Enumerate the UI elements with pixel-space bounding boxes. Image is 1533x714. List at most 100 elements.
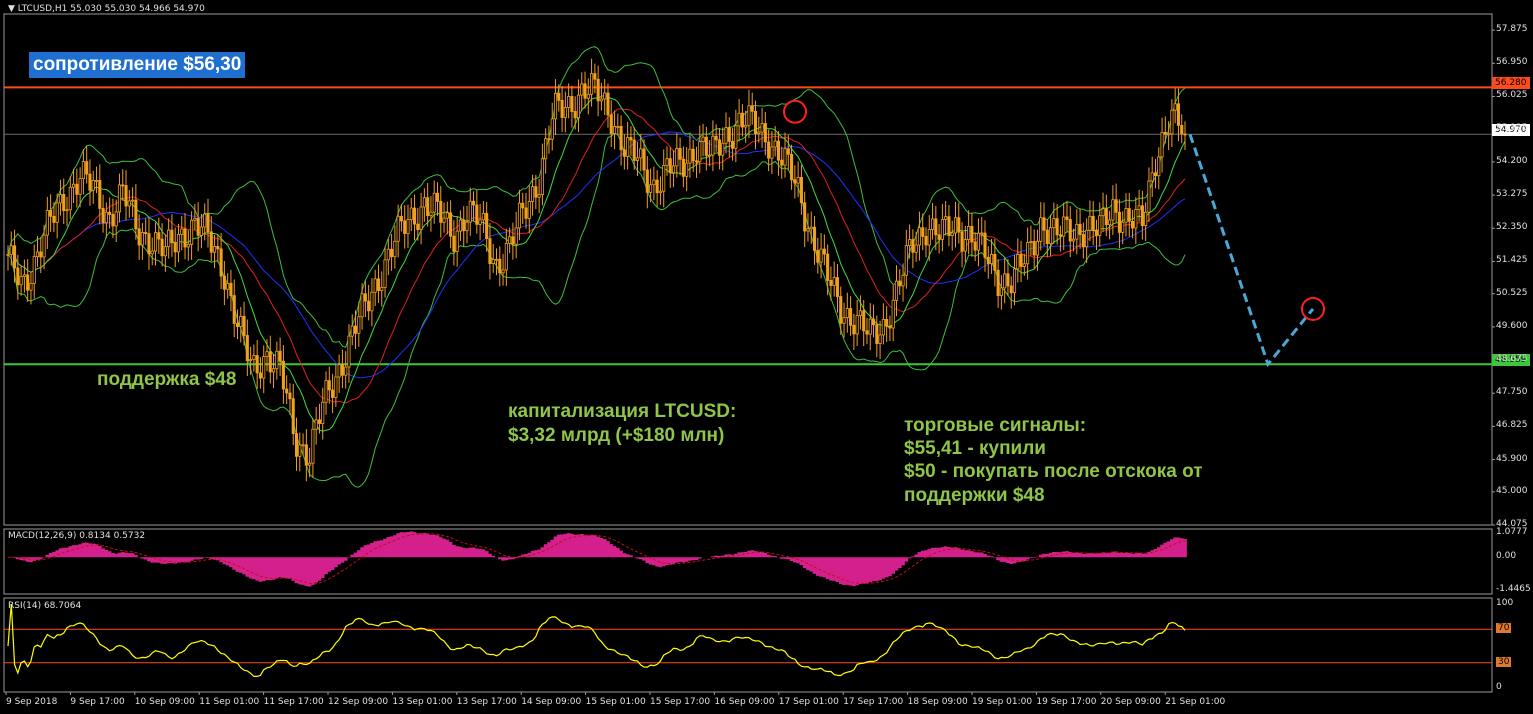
y-tick-label: 53.275 — [1496, 189, 1528, 200]
candle-body — [121, 184, 125, 187]
candle-body — [694, 160, 699, 163]
candle-body — [311, 428, 315, 464]
candle-body — [16, 267, 20, 286]
candle-body — [403, 220, 407, 234]
candle-body — [196, 217, 200, 236]
candle-body — [763, 123, 767, 143]
candle-body — [1170, 109, 1174, 135]
candle-body — [527, 201, 531, 219]
candle-body — [822, 248, 826, 255]
candle-body — [540, 158, 544, 196]
candle-body — [1173, 103, 1177, 111]
candle-body — [960, 231, 964, 252]
candle-body — [1035, 240, 1040, 256]
candle-body — [380, 287, 384, 291]
candle-body — [160, 238, 164, 257]
candle-body — [242, 315, 246, 336]
candle-body — [475, 204, 479, 225]
candle-body — [412, 207, 417, 225]
candle-body — [852, 324, 856, 335]
candle-body — [308, 462, 312, 466]
candle-body — [458, 219, 462, 232]
candle-body — [1094, 229, 1099, 236]
candle-body — [1153, 172, 1158, 177]
candle-body — [406, 219, 410, 234]
candle-body — [504, 242, 508, 271]
candle-body — [1124, 208, 1128, 223]
candle-body — [783, 148, 787, 166]
macd-header: MACD(12,26,9) 0.8134 0.5732 — [8, 531, 146, 541]
candle-body — [957, 217, 961, 233]
candle-body — [901, 274, 905, 287]
candle-body — [858, 310, 862, 316]
candle-body — [993, 253, 997, 271]
rsi-header: RSI(14) 68.7064 — [8, 601, 82, 611]
candle-body — [1098, 215, 1102, 236]
candle-body — [878, 334, 882, 344]
candle-body — [449, 212, 453, 237]
candle-body — [272, 368, 276, 373]
candle-body — [894, 280, 899, 301]
candle-body — [363, 293, 367, 302]
candle-body — [950, 232, 954, 236]
x-tick-label: 17 Sep 17:00 — [843, 697, 904, 707]
candle-body — [635, 157, 640, 161]
candle-body — [757, 131, 761, 134]
candle-body — [944, 216, 948, 220]
candle-body — [26, 274, 30, 291]
candle-body — [373, 278, 377, 293]
candle-body — [432, 192, 436, 213]
dropdown-triangle-icon[interactable]: ▼ — [8, 4, 15, 14]
candle-body — [262, 356, 266, 379]
candle-body — [72, 183, 76, 188]
candle-body — [291, 398, 295, 434]
candle-body — [42, 234, 46, 258]
candle-body — [1068, 219, 1072, 242]
candle-body — [1163, 131, 1167, 135]
support-label: поддержка $48 — [97, 369, 237, 390]
candle-body — [183, 228, 187, 248]
candle-body — [9, 245, 13, 255]
candle-body — [1042, 217, 1046, 231]
candle-body — [1088, 215, 1092, 231]
candle-body — [1019, 254, 1023, 267]
candle-body — [708, 154, 712, 157]
candle-body — [1075, 223, 1079, 240]
candle-body — [849, 308, 853, 326]
candle-body — [1062, 216, 1066, 237]
resistance-label: сопротивление $56,30 — [29, 52, 246, 78]
candle-body — [321, 401, 325, 424]
candle-body — [52, 215, 56, 223]
chart-canvas[interactable] — [0, 0, 1533, 714]
candle-body — [970, 226, 974, 243]
candle-body — [665, 158, 669, 166]
candle-body — [862, 310, 866, 332]
rsi-axis-label: 30 — [1496, 656, 1512, 667]
candle-body — [1104, 208, 1108, 226]
x-tick-label: 19 Sep 17:00 — [1036, 697, 1097, 707]
candle-body — [445, 212, 449, 219]
candle-body — [534, 186, 538, 198]
candle-body — [62, 194, 66, 211]
candle-body — [649, 184, 653, 193]
candle-body — [809, 226, 813, 230]
candle-body — [819, 248, 823, 263]
candle-body — [439, 200, 443, 223]
candle-body — [472, 200, 476, 206]
candle-body — [216, 246, 220, 250]
candle-body — [544, 138, 548, 160]
candle-body — [390, 248, 394, 258]
candle-body — [701, 136, 705, 143]
candle-body — [940, 218, 944, 240]
candle-body — [1137, 205, 1141, 210]
candle-body — [455, 230, 459, 252]
candle-body — [199, 226, 203, 236]
candle-body — [173, 242, 177, 253]
candle-body — [812, 226, 817, 251]
candle-body — [134, 199, 138, 230]
candle-body — [334, 376, 338, 398]
candle-body — [222, 275, 226, 290]
candle-body — [871, 318, 876, 326]
candle-body — [481, 212, 485, 221]
y-tick-label: 54.200 — [1496, 155, 1528, 166]
